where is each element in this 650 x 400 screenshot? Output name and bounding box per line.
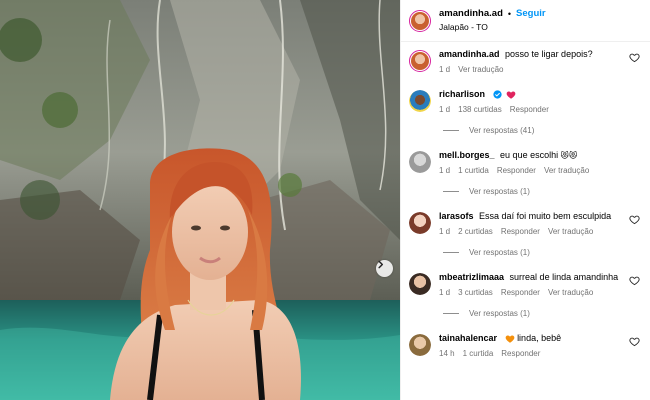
view-replies-label[interactable]: Ver respostas (41) [469,126,534,135]
heart-outline-icon[interactable] [629,336,640,347]
commenter-username[interactable]: richarlison [439,89,485,99]
commenter-avatar[interactable] [409,151,431,173]
view-replies-button[interactable]: Ver respostas (1) [443,187,642,196]
author-avatar[interactable] [409,9,431,32]
view-replies-button[interactable]: Ver respostas (1) [443,309,642,318]
commenter-avatar[interactable] [409,90,431,112]
heart-outline-icon[interactable] [629,214,640,225]
instagram-post-modal: amandinha.ad • Seguir Jalapão - TO amand… [0,0,650,400]
comment-text: Essa daí foi muito bem esculpida [479,211,612,222]
comment-time[interactable]: 1 d [439,105,450,114]
commenter-username[interactable]: tainahalencar [439,333,497,343]
author-username[interactable]: amandinha.ad [439,8,503,20]
view-replies-label[interactable]: Ver respostas (1) [469,248,530,257]
replies-divider [443,252,459,254]
comment-likes[interactable]: 2 curtidas [458,227,493,236]
heart-outline-icon[interactable] [629,92,640,103]
comment-likes[interactable]: 138 curtidas [458,105,502,114]
comment-time[interactable]: 14 h [439,349,455,358]
comment-text: linda, bebê [517,333,562,344]
comment-item: mbeatrizlimaaa surreal de linda amandinh… [409,271,642,297]
caption-text: posso te ligar depois? [505,49,593,59]
commenter-username[interactable]: larasofs [439,211,474,221]
caption-comment: amandinha.ad posso te ligar depois? 1 d … [409,48,642,74]
commenter-avatar[interactable] [409,334,431,357]
comments-list[interactable]: amandinha.ad posso te ligar depois? 1 d … [401,42,650,400]
red-heart-emoji [506,91,516,99]
next-photo-button[interactable] [376,260,393,277]
replies-divider [443,130,459,131]
comment-likes[interactable]: 1 curtida [458,166,489,175]
comment-time[interactable]: 1 d [439,288,450,297]
comment-reply-button[interactable]: Responder [510,105,549,114]
commenter-avatar[interactable] [409,212,431,235]
commenter-avatar[interactable] [409,273,431,296]
post-photo[interactable] [0,0,400,400]
heart-outline-icon[interactable] [629,275,640,286]
caption-translate-link[interactable]: Ver tradução [458,65,503,74]
comment-reply-button[interactable]: Responder [501,349,540,358]
verified-badge-icon [492,90,502,99]
post-header: amandinha.ad • Seguir Jalapão - TO [401,0,650,42]
comment-item: tainahalencar linda, bebê 14 h 1 curtida… [409,332,642,358]
heart-eyes-cat-emoji: 😻😻 [560,151,578,161]
comment-text: eu que escolhi [500,150,559,160]
comment-item: mell.borges_ eu que escolhi 😻😻 1 d 1 cur… [409,149,642,175]
comment-likes[interactable]: 1 curtida [463,349,494,358]
view-replies-label[interactable]: Ver respostas (1) [469,187,530,196]
header-separator: • [507,9,512,19]
view-replies-button[interactable]: Ver respostas (1) [443,248,642,257]
comment-reply-button[interactable]: Responder [501,227,540,236]
follow-button[interactable]: Seguir [516,8,546,20]
commenter-username[interactable]: mbeatrizlimaaa [439,272,504,282]
replies-divider [443,191,459,193]
view-replies-button[interactable]: Ver respostas (41) [443,126,642,135]
view-replies-label[interactable]: Ver respostas (1) [469,309,530,318]
caption-author-avatar[interactable] [409,50,431,72]
comment-translate-link[interactable]: Ver tradução [544,166,589,175]
comment-reply-button[interactable]: Responder [497,166,536,175]
photo-illustration [0,0,400,400]
heart-outline-icon[interactable] [629,52,640,63]
caption-username[interactable]: amandinha.ad [439,49,500,59]
comment-time[interactable]: 1 d [439,166,450,175]
post-location[interactable]: Jalapão - TO [439,21,546,33]
comment-likes[interactable]: 3 curtidas [458,288,493,297]
commenter-username[interactable]: mell.borges_ [439,150,495,160]
comment-translate-link[interactable]: Ver tradução [548,288,593,297]
comment-item: richarlison 1 d 138 curtidas Responder [409,88,642,114]
comment-translate-link[interactable]: Ver tradução [548,227,593,236]
post-side-panel: amandinha.ad • Seguir Jalapão - TO amand… [400,0,650,400]
caption-time[interactable]: 1 d [439,65,450,74]
comment-text: surreal de linda amandinha [509,272,619,283]
replies-divider [443,313,459,315]
comment-item: larasofs Essa daí foi muito bem esculpid… [409,210,642,236]
orange-heart-emoji [505,335,514,343]
comment-time[interactable]: 1 d [439,227,450,236]
comment-reply-button[interactable]: Responder [501,288,540,297]
chevron-right-icon [378,260,384,269]
